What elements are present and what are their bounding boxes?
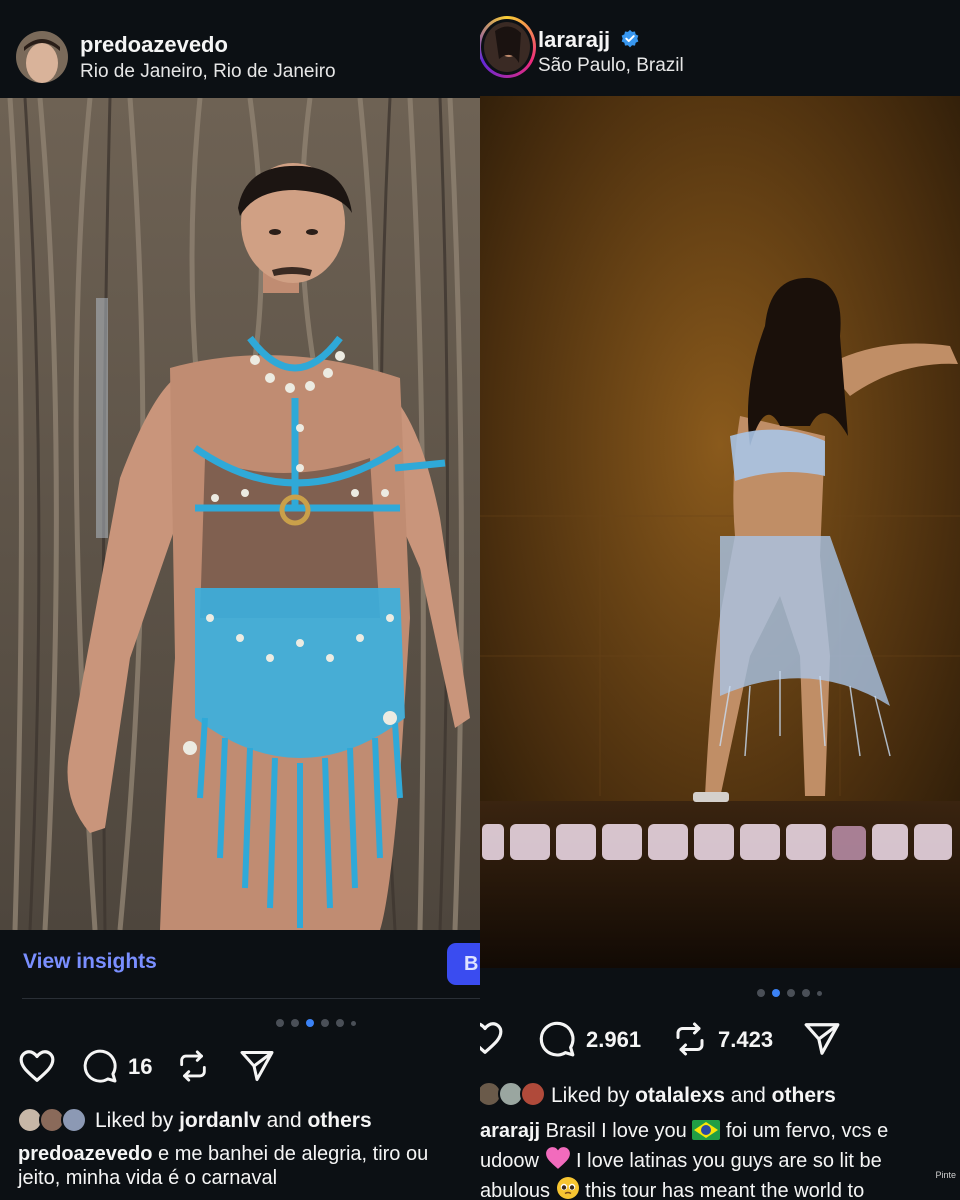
caption-text: this tour has meant the world to [579, 1180, 865, 1200]
caption-text: udoow [480, 1150, 545, 1172]
comments-count: 16 [128, 1054, 153, 1079]
left-action-bar: 16 [0, 1046, 480, 1090]
right-caption: ararajj Brasil I love you foi um fervo, … [480, 1119, 888, 1200]
liked-by-user[interactable]: jordanlv [179, 1109, 261, 1132]
caption-text: Brasil I love you [540, 1120, 693, 1142]
carousel-indicator [757, 989, 822, 997]
caption-username[interactable]: predoazevedo [18, 1143, 152, 1165]
carousel-dot [291, 1019, 299, 1027]
comment-icon[interactable] [538, 1020, 576, 1063]
verified-badge-icon [620, 29, 640, 55]
liked-by-avatars[interactable] [480, 1081, 550, 1109]
liked-by-text[interactable]: Liked by otalalexs and others [551, 1084, 836, 1108]
liked-by-avatars[interactable] [17, 1107, 91, 1135]
carousel-dot [817, 990, 822, 996]
carousel-dot [757, 989, 765, 997]
carousel-dot [276, 1019, 284, 1027]
liked-by-prefix: Liked by [95, 1109, 180, 1132]
pinterest-watermark: Pinte [935, 1170, 956, 1180]
right-location[interactable]: São Paulo, Brazil [538, 55, 684, 77]
caption-text: I love latinas you guys are so lit be [570, 1150, 882, 1172]
liked-by-and: and [260, 1109, 308, 1132]
right-username[interactable]: lararajj [538, 27, 640, 55]
comments-count: 2.961 [586, 1027, 642, 1052]
boost-post-button[interactable]: B [447, 943, 480, 985]
carousel-dot [802, 989, 810, 997]
left-username[interactable]: predoazevedo [80, 32, 228, 58]
right-post: lararajj São Paulo, Brazil 2.961 7.423 L… [480, 0, 960, 1200]
view-insights-link[interactable]: View insights [23, 950, 157, 974]
right-post-header: lararajj São Paulo, Brazil [480, 0, 960, 96]
left-post: predoazevedo Rio de Janeiro, Rio de Jane… [0, 0, 480, 1200]
liker-avatar [61, 1107, 87, 1133]
pleading-face-icon [556, 1176, 580, 1200]
right-username-text[interactable]: lararajj [538, 27, 610, 52]
carousel-dot [351, 1020, 356, 1026]
left-post-image[interactable] [0, 98, 480, 930]
liked-by-prefix: Liked by [551, 1084, 636, 1107]
brazil-flag-icon [692, 1120, 721, 1146]
pink-heart-icon [545, 1146, 571, 1176]
right-post-image[interactable] [480, 96, 960, 968]
carousel-dot-active [306, 1019, 314, 1027]
reposts-count: 7.423 [718, 1027, 774, 1052]
comment-icon[interactable] [82, 1048, 118, 1089]
liker-avatar [520, 1081, 546, 1107]
right-action-bar: 2.961 7.423 [480, 1019, 960, 1063]
repost-icon[interactable] [672, 1020, 708, 1063]
left-location[interactable]: Rio de Janeiro, Rio de Janeiro [80, 61, 336, 83]
carousel-dot [321, 1019, 329, 1027]
caption-username[interactable]: ararajj [480, 1120, 540, 1142]
liked-by-text[interactable]: Liked by jordanlv and others [95, 1109, 372, 1133]
like-heart-icon[interactable] [480, 1020, 504, 1061]
caption-text: foi um fervo, vcs e [720, 1120, 889, 1142]
carousel-indicator [276, 1019, 356, 1027]
carousel-dot [336, 1019, 344, 1027]
caption-text: abulous [480, 1180, 556, 1200]
liked-by-and: and [724, 1084, 772, 1107]
carousel-dot [787, 989, 795, 997]
liked-by-others[interactable]: others [772, 1084, 836, 1107]
left-caption: predoazevedo e me banhei de alegria, tir… [18, 1142, 428, 1190]
liked-by-others[interactable]: others [307, 1109, 371, 1132]
caption-text: e me banhei de alegria, tiro ou [152, 1143, 429, 1165]
share-send-icon[interactable] [238, 1048, 276, 1089]
left-avatar[interactable] [16, 31, 68, 83]
repost-icon[interactable] [176, 1048, 210, 1089]
caption-text: jeito, minha vida é o carnaval [18, 1167, 278, 1189]
share-send-icon[interactable] [802, 1020, 842, 1063]
like-heart-icon[interactable] [18, 1048, 56, 1089]
divider [22, 998, 480, 999]
right-avatar-story-ring[interactable] [480, 16, 536, 78]
carousel-dot-active [772, 989, 780, 997]
left-post-header: predoazevedo Rio de Janeiro, Rio de Jane… [0, 0, 480, 96]
liked-by-user[interactable]: otalalexs [635, 1084, 725, 1107]
